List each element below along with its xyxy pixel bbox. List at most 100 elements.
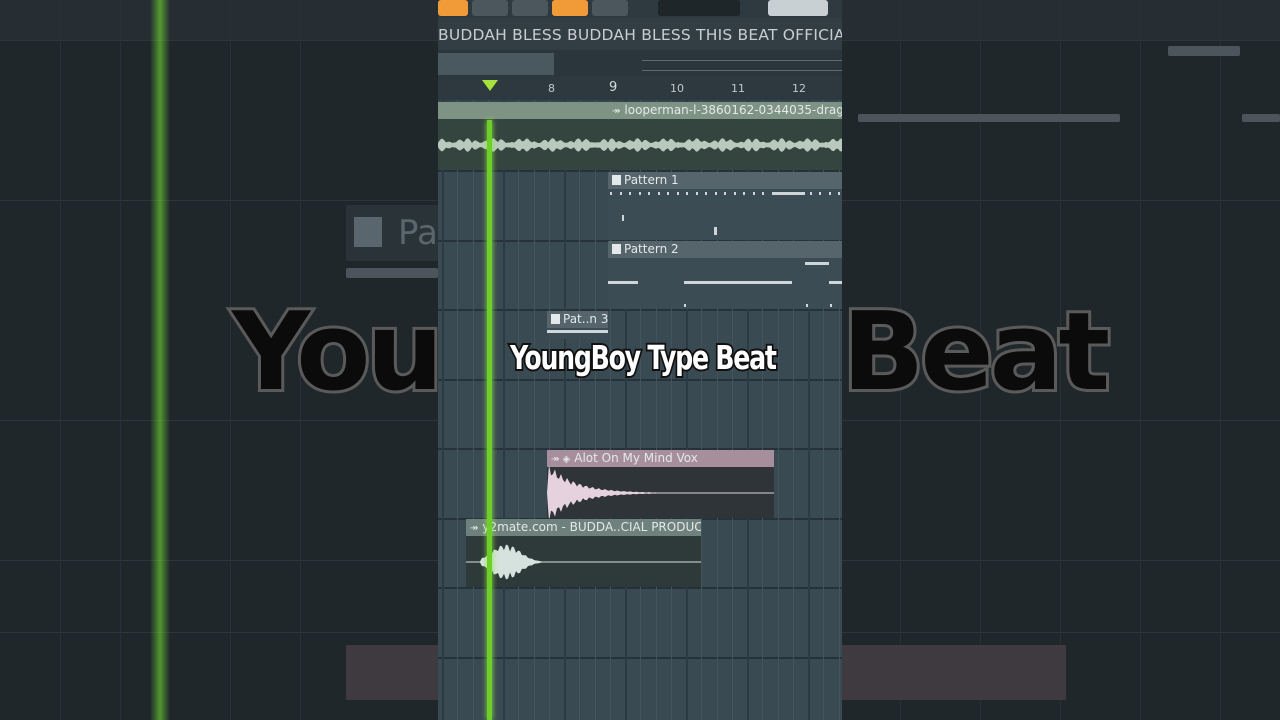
note-mark: [620, 192, 622, 195]
pattern-icon: [612, 175, 621, 185]
clip-name: Pattern 1: [624, 173, 679, 187]
clip-name: Pattern 2: [624, 242, 679, 256]
grid-line: [595, 100, 596, 720]
note-mark: [715, 192, 717, 195]
note-mark: [829, 192, 831, 195]
note-mark: [791, 192, 805, 195]
clip-header[interactable]: Pat..n 3: [547, 311, 608, 328]
pattern-icon: [354, 217, 382, 247]
bg-gridline: [120, 0, 121, 720]
clip-name: Alot On My Mind Vox: [574, 451, 698, 465]
waveform: [438, 138, 842, 152]
note-mark: [667, 192, 669, 195]
note-mark: [610, 192, 612, 195]
clip-waveform: [466, 536, 701, 587]
toolbar-button-select[interactable]: [592, 0, 628, 16]
waveform: [547, 464, 774, 518]
playlist-title: BUDDAH BLESS BUDDAH BLESS THIS BEAT OFFI…: [438, 18, 842, 50]
note-mark: [677, 192, 679, 195]
note-preview: [610, 192, 840, 235]
clip-header[interactable]: ↠ ◈ Alot On My Mind Vox: [547, 450, 774, 467]
bg-gridline: [60, 0, 61, 720]
waveform: [466, 544, 701, 580]
note-mark: [639, 192, 641, 195]
bg-gridline: [1140, 0, 1141, 720]
grid-line: [534, 100, 535, 720]
bg-playhead-glow: [150, 0, 170, 720]
overview-line: [642, 60, 842, 61]
note-mark: [819, 192, 821, 195]
audio-clip-icon: ↠ ◈: [551, 454, 571, 465]
grid-line: [549, 100, 550, 720]
note-preview: [608, 262, 842, 307]
timeline-ruler[interactable]: 8 9 10 11 12: [438, 76, 842, 100]
bg-scroll-bar: [1168, 46, 1240, 56]
pattern-clip-1[interactable]: Pattern 1: [608, 172, 842, 240]
toolbar-button-arrow[interactable]: [472, 0, 508, 16]
bg-audio-strip: [1242, 114, 1280, 122]
clip-waveform: [547, 464, 774, 518]
note-mark: [724, 192, 726, 195]
note-mark: [762, 192, 764, 195]
overview-line: [642, 70, 842, 71]
bg-audio-strip: [858, 114, 1120, 122]
grid-line: [473, 100, 474, 720]
ruler-label: 8: [548, 82, 555, 95]
note-mark: [743, 192, 745, 195]
bg-gridline: [1220, 0, 1221, 720]
pattern-icon: [551, 314, 560, 324]
clip-header[interactable]: ↠ looperman-l-3860162-0344035-drag: [438, 102, 842, 119]
note-mark: [705, 192, 707, 195]
clip-name: looperman-l-3860162-0344035-drag: [624, 103, 842, 117]
grid-line: [579, 100, 580, 720]
grid-line: [503, 100, 505, 720]
pattern-icon: [612, 244, 621, 254]
grid-line: [518, 100, 519, 720]
audio-clip-vox[interactable]: ↠ ◈ Alot On My Mind Vox: [547, 450, 774, 518]
ruler-label: 9: [609, 80, 618, 95]
ruler-label: 12: [792, 82, 806, 95]
note-mark: [658, 192, 660, 195]
clip-header[interactable]: Pattern 2: [608, 241, 842, 258]
note-mark: [838, 192, 840, 195]
grid-line: [442, 100, 444, 720]
clip-name: Pat..n 3: [563, 312, 608, 326]
playhead[interactable]: [487, 120, 492, 720]
clip-header[interactable]: ↠y2mate.com - BUDDA..CIAL PRODUCER TAG: [466, 519, 701, 536]
toolbar-display: [658, 0, 740, 16]
video-caption: YoungBoy Type Beat: [508, 336, 778, 379]
note-mark: [686, 192, 688, 195]
note-mark: [696, 192, 698, 195]
grid-line: [457, 100, 458, 720]
toolbar: [438, 0, 842, 18]
toolbar-button-draw[interactable]: [438, 0, 468, 16]
note-mark: [734, 192, 736, 195]
pattern-notes: [608, 258, 842, 309]
audio-clip-looperman[interactable]: ↠ looperman-l-3860162-0344035-drag: [438, 102, 842, 170]
pattern-clip-3[interactable]: Pat..n 3: [547, 311, 608, 339]
audio-clip-producer-tag[interactable]: ↠y2mate.com - BUDDA..CIAL PRODUCER TAG: [466, 519, 701, 587]
note-mark: [810, 192, 812, 195]
note-mark: [753, 192, 755, 195]
bg-gridline: [230, 0, 231, 720]
clip-name: y2mate.com - BUDDA..CIAL PRODUCER TAG: [482, 520, 701, 534]
clip-header[interactable]: Pattern 1: [608, 172, 842, 189]
horizontal-scrollbar[interactable]: [438, 50, 842, 76]
grid-line: [564, 100, 566, 720]
scrollbar-thumb[interactable]: [438, 53, 554, 75]
play-marker-icon[interactable]: [482, 80, 498, 91]
toolbar-tempo-field[interactable]: [768, 0, 828, 16]
note-mark: [648, 192, 650, 195]
pattern-clip-2[interactable]: Pattern 2: [608, 241, 842, 309]
ruler-label: 11: [731, 82, 745, 95]
bg-caption-right: Beat: [839, 287, 1113, 418]
note-mark: [629, 192, 631, 195]
audio-clip-icon: ↠: [612, 106, 621, 117]
toolbar-button-paint[interactable]: [512, 0, 548, 16]
note-bar: [547, 330, 608, 333]
slice-icon[interactable]: [552, 0, 588, 16]
bg-pattern-label: Pa: [398, 213, 438, 253]
audio-clip-icon: ↠: [470, 523, 479, 534]
bg-pattern-clip: Pa: [346, 205, 438, 261]
pattern-notes: [608, 189, 842, 240]
